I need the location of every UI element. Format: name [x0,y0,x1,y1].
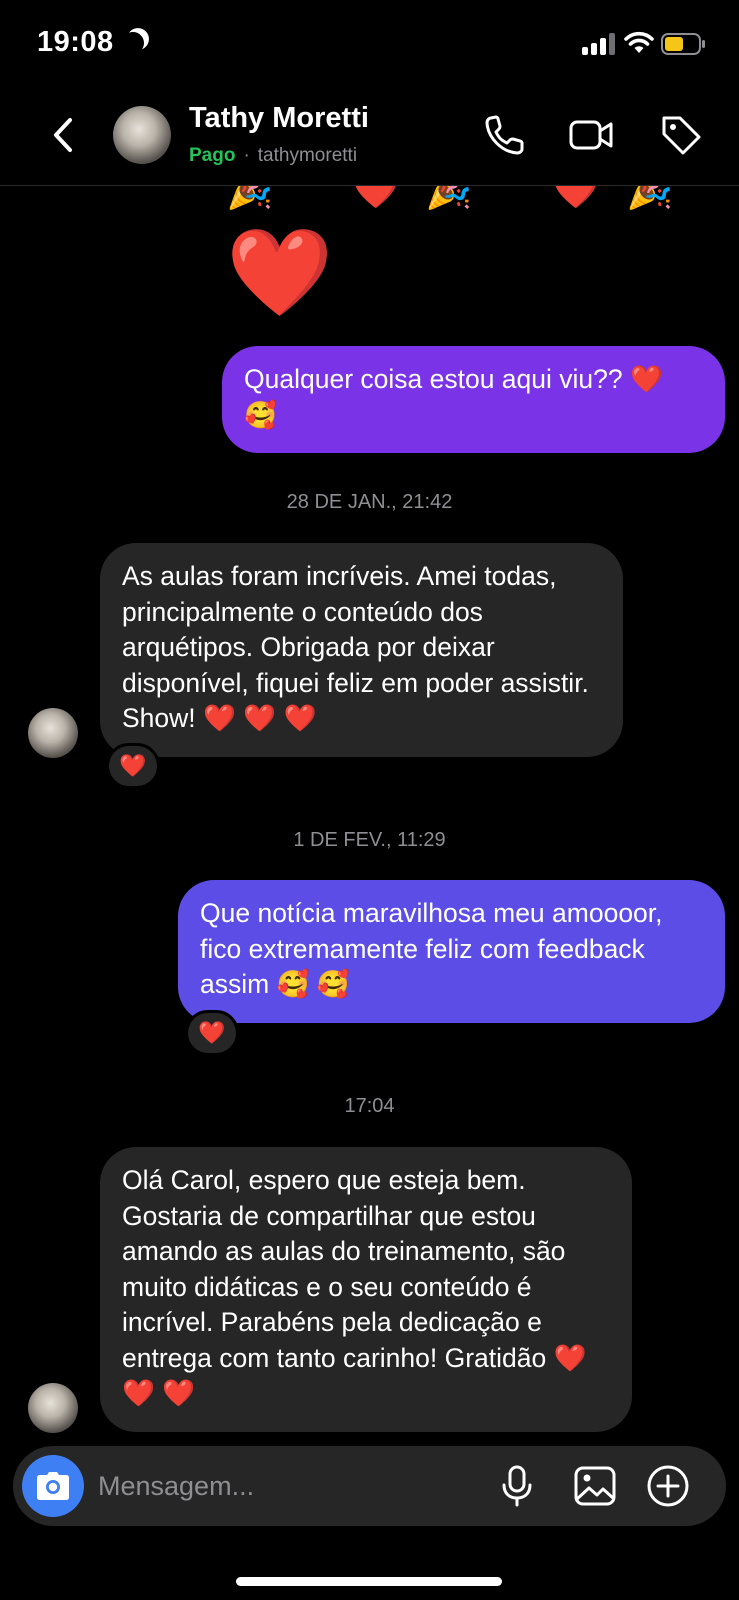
home-indicator[interactable] [236,1577,502,1586]
incoming-message[interactable]: As aulas foram incríveis. Amei todas, pr… [100,543,623,757]
incoming-message[interactable]: Olá Carol, espero que esteja bem. Gostar… [100,1147,632,1432]
heart-emoji: ❤️ [552,186,600,211]
heart-emoji: ❤️ [352,186,400,211]
outgoing-message[interactable]: Que notícia maravilhosa meu amoooor, fic… [178,880,725,1023]
status-bar: 19:08 [0,0,739,90]
outgoing-message[interactable]: Qualquer coisa estou aqui viu?? ❤️ 🥰 [222,346,725,453]
phone-call-icon[interactable] [482,112,528,158]
wifi-icon [624,31,654,53]
sender-avatar[interactable] [28,1383,78,1433]
reaction-badge[interactable]: ❤️ [185,1010,239,1056]
message-input[interactable] [98,1468,478,1504]
emoji-row: 🎉 ❤️ 🎉 ❤️ 🎉 [0,186,739,216]
camera-icon [37,1472,69,1500]
party-popper-emoji: 🎉 [226,186,274,211]
reaction-badge[interactable]: ❤️ [106,743,160,789]
paid-label: Pago [189,145,236,166]
signal-icon [582,33,618,55]
moon-icon [119,29,147,57]
status-time: 19:08 [37,26,114,58]
separator-dot: · [243,145,250,166]
party-popper-emoji: 🎉 [425,186,473,211]
contact-subtitle: Pago · tathymoretti [189,145,357,167]
add-icon[interactable] [646,1464,690,1508]
contact-avatar[interactable] [113,106,171,164]
gallery-icon[interactable] [573,1464,617,1508]
video-call-icon[interactable] [568,112,614,158]
party-popper-emoji: 🎉 [626,186,674,211]
back-button[interactable] [44,112,84,158]
camera-button[interactable] [22,1455,84,1517]
chat-header: Tathy Moretti Pago · tathymoretti [0,90,739,186]
microphone-icon[interactable] [495,1464,539,1508]
sender-avatar[interactable] [28,708,78,758]
big-heart-emoji[interactable]: ❤️ [226,230,333,316]
timestamp: 17:04 [344,1095,395,1117]
contact-name[interactable]: Tathy Moretti [189,102,369,135]
message-composer [13,1446,726,1526]
tag-icon[interactable] [658,112,704,158]
timestamp: 1 DE FEV., 11:29 [293,829,446,851]
username: tathymoretti [257,145,358,166]
battery-icon [661,33,705,55]
timestamp: 28 DE JAN., 21:42 [286,491,453,513]
